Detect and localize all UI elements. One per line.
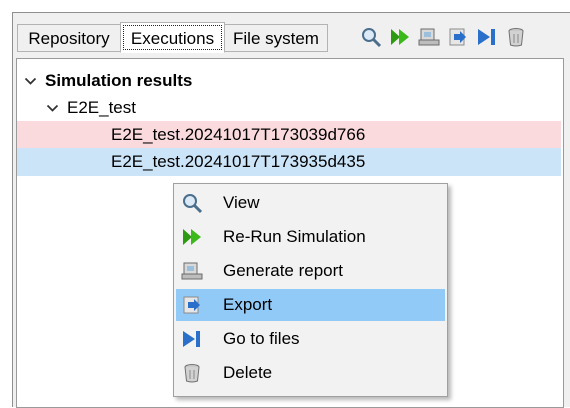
menu-item-go-to-files[interactable]: Go to files <box>176 323 445 355</box>
chevron-down-icon[interactable] <box>24 67 38 95</box>
export-icon[interactable] <box>447 26 469 48</box>
view-icon[interactable] <box>360 26 382 48</box>
tree-root-row[interactable]: Simulation results <box>17 67 561 95</box>
menu-item-label: Re-Run Simulation <box>223 227 366 246</box>
tab-executions[interactable]: Executions <box>120 22 225 53</box>
execution-row-selected[interactable]: E2E_test.20241017T173935d435 <box>17 148 561 176</box>
execution-label: E2E_test.20241017T173935d435 <box>111 152 366 171</box>
tree-folder-row[interactable]: E2E_test <box>17 94 561 122</box>
go-to-files-icon[interactable] <box>476 26 498 48</box>
delete-icon[interactable] <box>505 26 527 48</box>
menu-item-label: Export <box>223 295 273 314</box>
menu-item-label: Generate report <box>223 261 344 280</box>
menu-item-label: Delete <box>223 363 273 382</box>
menu-item-generate-report[interactable]: Generate report <box>176 255 445 287</box>
tree-root-label: Simulation results <box>45 71 193 90</box>
rerun-icon <box>181 226 203 248</box>
go-to-files-icon <box>181 328 203 350</box>
tab-repository[interactable]: Repository <box>17 24 121 52</box>
menu-item-rerun-simulation[interactable]: Re-Run Simulation <box>176 221 445 253</box>
menu-item-label: Go to files <box>223 329 300 348</box>
tree-folder-label: E2E_test <box>67 98 136 117</box>
menu-item-view[interactable]: View <box>176 187 445 219</box>
rerun-icon[interactable] <box>389 26 411 48</box>
menu-item-label: View <box>223 193 260 212</box>
view-icon <box>181 192 203 214</box>
menu-item-export[interactable]: Export <box>176 289 445 321</box>
report-icon[interactable] <box>418 26 440 48</box>
delete-icon <box>181 362 203 384</box>
execution-label: E2E_test.20241017T173039d766 <box>111 125 366 144</box>
tab-file-system[interactable]: File system <box>224 24 328 52</box>
execution-row-failed[interactable]: E2E_test.20241017T173039d766 <box>17 121 561 149</box>
tab-bar: Repository Executions File system <box>13 13 570 58</box>
context-menu: View Re-Run Simulation Generate report E… <box>173 183 448 397</box>
chevron-down-icon[interactable] <box>46 94 60 122</box>
report-icon <box>181 260 203 282</box>
menu-item-delete[interactable]: Delete <box>176 357 445 389</box>
export-icon <box>181 294 203 316</box>
